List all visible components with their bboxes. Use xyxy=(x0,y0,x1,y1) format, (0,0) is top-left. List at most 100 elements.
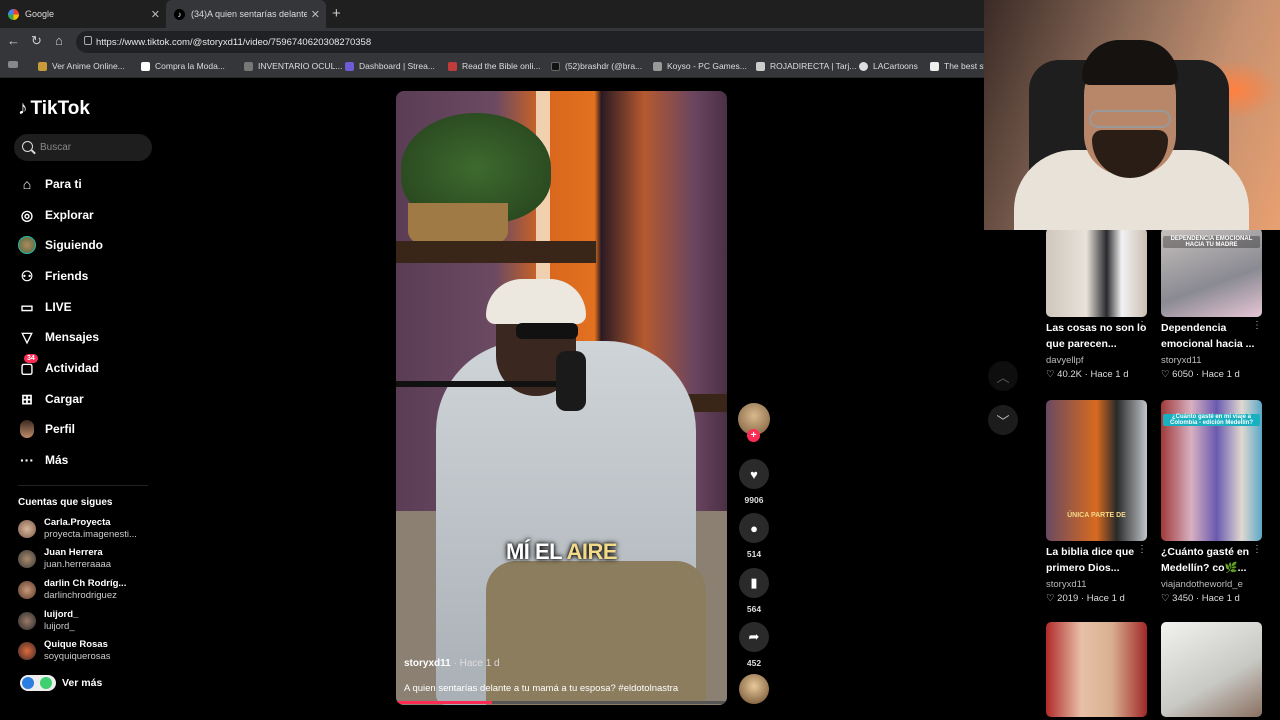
like-button[interactable]: ♥ xyxy=(739,459,769,489)
share-icon: ➦ xyxy=(748,629,760,644)
heart-outline-icon: ♡ xyxy=(1046,593,1055,604)
bookmark-icon: ▮ xyxy=(750,575,758,590)
related-video-card[interactable]: ÚNICA PARTE DE La biblia dice que primer… xyxy=(1046,400,1147,604)
more-options-icon[interactable]: ⋮ xyxy=(1252,544,1262,555)
bookmark-item[interactable]: (52)brashdr (@bra... xyxy=(551,61,642,71)
bookmark-item[interactable]: INVENTARIO OCUL... xyxy=(244,61,342,71)
video-caption-overlay: MÍ EL AIRE xyxy=(505,539,618,564)
microphone-icon xyxy=(556,351,586,411)
close-tab-icon[interactable]: ✕ xyxy=(311,8,320,21)
google-icon xyxy=(8,8,19,20)
comment-button[interactable]: ● xyxy=(739,513,769,543)
avatar xyxy=(18,550,36,568)
nav-mas[interactable]: ··· Más xyxy=(18,448,68,472)
bookmarks-apps-icon[interactable] xyxy=(8,61,23,68)
share-button[interactable]: ➦ xyxy=(739,622,769,652)
back-icon[interactable]: ← xyxy=(7,33,20,48)
video-progress-bar[interactable] xyxy=(396,701,727,704)
tiktok-note-icon: ♪ xyxy=(18,98,28,119)
tab-google[interactable]: Google ✕ xyxy=(0,0,166,28)
more-options-icon[interactable]: ⋮ xyxy=(1137,320,1147,331)
site-info-icon[interactable] xyxy=(84,36,92,45)
inbox-icon: ▢ 34 xyxy=(18,354,38,377)
following-title: Cuentas que sigues xyxy=(18,497,113,508)
video-thumbnail: ¿Cuánto gasté en mi viaje a Colombia - e… xyxy=(1161,400,1262,541)
see-more-button[interactable]: Ver más xyxy=(20,675,102,691)
related-video-card[interactable] xyxy=(1046,622,1147,717)
notification-badge: 34 xyxy=(24,354,38,363)
heart-outline-icon: ♡ xyxy=(1046,369,1055,380)
bookmark-item[interactable]: Koyso - PC Games... xyxy=(653,61,747,71)
bookmark-item[interactable]: The best st xyxy=(930,61,986,71)
video-thumbnail: DEPENDENCIA EMOCIONAL HACIA TU MADRE xyxy=(1161,228,1262,317)
bookmark-item[interactable]: Compra la Moda... xyxy=(141,61,225,71)
webcam-overlay xyxy=(984,0,1280,230)
nav-perfil[interactable]: Perfil xyxy=(18,417,75,441)
send-icon: ▽ xyxy=(21,328,33,345)
share-count: 452 xyxy=(746,658,762,668)
bookmark-item[interactable]: ROJADIRECTA | Tarj... xyxy=(756,61,856,71)
avatar xyxy=(18,581,36,599)
follow-plus-icon[interactable]: + xyxy=(747,429,760,442)
following-account[interactable]: Juan Herrera juan.herreraaaa xyxy=(18,545,111,573)
related-video-card[interactable]: Las cosas no son lo que parecen... ⋮ dav… xyxy=(1046,228,1147,380)
screen: Google ✕ ♪ (34)A quien sentarías delante… xyxy=(0,0,1280,720)
nav-cargar[interactable]: ⊞ Cargar xyxy=(18,387,84,411)
save-button[interactable]: ▮ xyxy=(739,568,769,598)
profile-avatar-icon xyxy=(18,420,36,438)
nav-explorar[interactable]: ◎ Explorar xyxy=(18,203,94,227)
next-video-button[interactable]: ﹀ xyxy=(988,405,1018,435)
divider xyxy=(18,485,148,486)
search-placeholder: Buscar xyxy=(40,142,72,153)
url-text: https://www.tiktok.com/@storyxd11/video/… xyxy=(96,36,372,48)
nav-mensajes[interactable]: ▽ Mensajes xyxy=(18,325,99,349)
more-icon: ··· xyxy=(20,452,34,468)
comment-count: 514 xyxy=(746,549,762,559)
chevron-down-icon: ﹀ xyxy=(996,413,1010,429)
previous-video-button[interactable]: ︿ xyxy=(988,361,1018,391)
heart-icon: ♥ xyxy=(750,466,758,482)
more-options-icon[interactable]: ⋮ xyxy=(1137,544,1147,555)
bookmark-item[interactable]: Ver Anime Online... xyxy=(38,61,125,71)
video-thumbnail: ÚNICA PARTE DE xyxy=(1046,400,1147,541)
nav-live[interactable]: ▭ LIVE xyxy=(18,295,71,319)
avatar xyxy=(18,612,36,630)
tiktok-icon: ♪ xyxy=(174,8,185,20)
home-icon[interactable]: ⌂ xyxy=(55,33,63,48)
avatar xyxy=(18,642,36,660)
nav-actividad[interactable]: ▢ 34 Actividad xyxy=(18,354,99,380)
tiktok-logo[interactable]: ♪ TikTok xyxy=(18,98,90,120)
nav-para-ti[interactable]: ⌂ Para ti xyxy=(18,172,82,196)
following-account[interactable]: darlin Ch Rodríg... darlinchrodriguez xyxy=(18,576,126,604)
bookmark-item[interactable]: Dashboard | Strea... xyxy=(345,61,435,71)
video-player[interactable]: MÍ EL AIRE storyxd11 · Hace 1 d A quien … xyxy=(396,91,727,705)
following-account[interactable]: Quique Rosas soyquiquerosas xyxy=(18,637,111,665)
friends-icon: ⚇ xyxy=(20,267,34,284)
new-tab-icon[interactable]: + xyxy=(332,5,341,22)
music-disc-icon[interactable] xyxy=(739,674,769,704)
compass-icon: ◎ xyxy=(20,206,34,223)
related-video-card[interactable]: ¿Cuánto gasté en mi viaje a Colombia - e… xyxy=(1161,400,1262,604)
tab-title: (34)A quien sentarías delante a tu xyxy=(191,9,307,19)
bookmark-item[interactable]: Read the Bible onli... xyxy=(448,61,540,71)
video-thumbnail xyxy=(1161,622,1262,717)
avatar xyxy=(18,520,36,538)
close-tab-icon[interactable]: ✕ xyxy=(151,8,160,21)
following-account[interactable]: luijord_ luijord_ xyxy=(18,607,78,635)
nav-friends[interactable]: ⚇ Friends xyxy=(18,264,89,288)
upload-icon: ⊞ xyxy=(21,390,33,407)
video-author[interactable]: storyxd11 · Hace 1 d xyxy=(404,658,500,669)
search-input[interactable]: Buscar xyxy=(14,134,152,161)
following-account[interactable]: Carla.Proyecta proyecta.imagenesti... xyxy=(18,515,137,543)
video-description: A quien sentarías delante a tu mamá a tu… xyxy=(404,683,679,694)
reload-icon[interactable]: ↻ xyxy=(31,33,42,49)
related-video-card[interactable]: DEPENDENCIA EMOCIONAL HACIA TU MADRE Dep… xyxy=(1161,228,1262,380)
bookmark-item[interactable]: LACartoons xyxy=(859,61,918,71)
related-video-card[interactable] xyxy=(1161,622,1262,717)
tab-tiktok[interactable]: ♪ (34)A quien sentarías delante a tu ✕ xyxy=(166,0,326,28)
more-options-icon[interactable]: ⋮ xyxy=(1252,320,1262,331)
nav-siguiendo[interactable]: Siguiendo xyxy=(18,233,103,257)
url-field[interactable]: https://www.tiktok.com/@storyxd11/video/… xyxy=(76,31,996,53)
search-icon xyxy=(22,141,33,152)
extension-toggle-icon[interactable] xyxy=(20,675,56,691)
